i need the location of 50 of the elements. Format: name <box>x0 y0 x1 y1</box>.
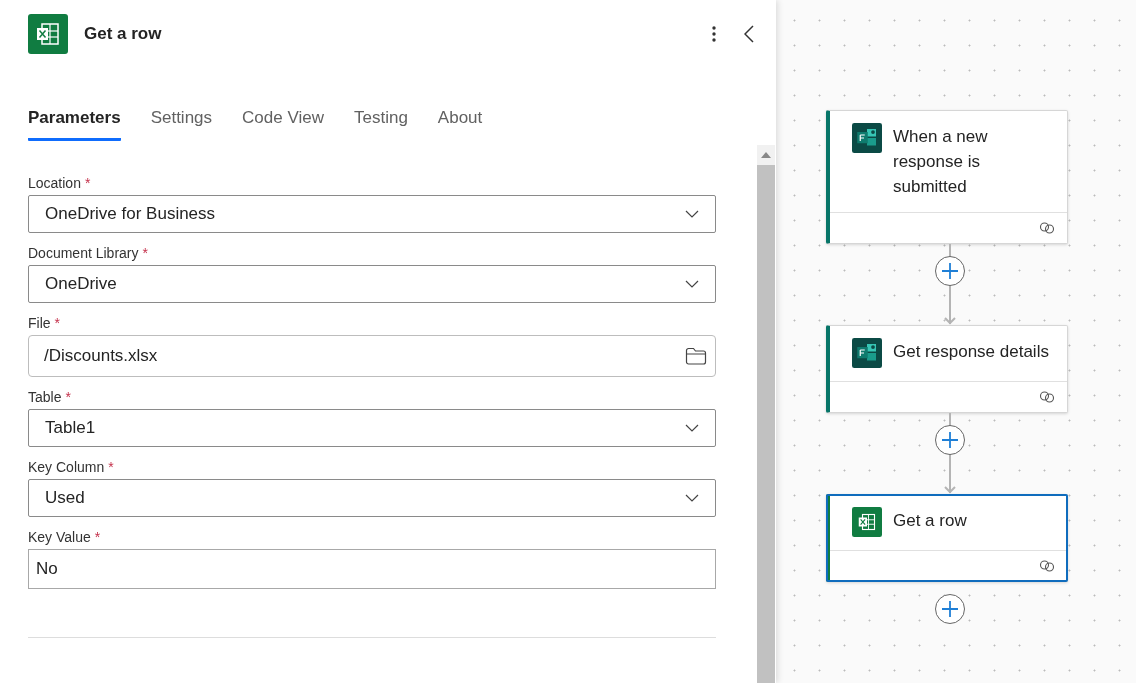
flow-step-card[interactable]: Get response details <box>826 325 1068 413</box>
spreadsheet-icon <box>852 507 882 537</box>
dropdown-field[interactable]: Used <box>28 479 716 517</box>
tab[interactable]: Code View <box>242 104 324 141</box>
required-mark: * <box>84 175 91 191</box>
chevron-down-icon <box>685 210 699 218</box>
field-label: Location <box>28 175 81 191</box>
field-label: Key Value <box>28 529 91 545</box>
link-icon <box>1039 391 1055 403</box>
scroll-up-icon[interactable] <box>757 145 775 165</box>
required-mark: * <box>65 389 71 405</box>
field-label: File <box>28 315 51 331</box>
add-step-button[interactable] <box>935 256 965 286</box>
add-step-button[interactable] <box>935 594 965 624</box>
required-mark: * <box>108 459 114 475</box>
field-label: Table <box>28 389 62 405</box>
file-path-field[interactable]: /Discounts.xlsx <box>28 335 716 377</box>
required-mark: * <box>142 245 148 261</box>
tab[interactable]: About <box>437 104 483 141</box>
tab[interactable]: Testing <box>353 104 408 141</box>
folder-icon <box>685 347 707 365</box>
chevron-down-icon <box>685 280 699 288</box>
tab[interactable]: Parameters <box>28 104 121 141</box>
required-mark: * <box>54 315 60 331</box>
chevron-down-icon <box>685 494 699 502</box>
link-icon <box>1039 222 1055 234</box>
forms-icon <box>852 338 882 368</box>
step-title: When a new response is submitted <box>893 126 989 198</box>
panel-title: Get a row <box>84 24 162 44</box>
step-title: Get response details <box>893 341 1049 363</box>
text-field[interactable]: No <box>28 549 716 589</box>
tab[interactable]: Settings <box>150 104 213 141</box>
plus-icon <box>941 262 959 280</box>
plus-icon <box>941 600 959 618</box>
flow-step-card[interactable]: Get a row <box>826 494 1068 582</box>
plus-icon <box>941 431 959 449</box>
link-icon <box>1039 560 1055 572</box>
chevron-down-icon <box>685 424 699 432</box>
add-step-button[interactable] <box>935 425 965 455</box>
spreadsheet-icon <box>28 14 68 54</box>
dropdown-field[interactable]: Table1 <box>28 409 716 447</box>
forms-icon <box>852 123 882 153</box>
dropdown-field[interactable]: OneDrive for Business <box>28 195 716 233</box>
dropdown-field[interactable]: OneDrive <box>28 265 716 303</box>
field-label: Key Column <box>28 459 105 475</box>
scrollbar[interactable] <box>757 145 775 683</box>
flow-step-card[interactable]: When a new response is submitted <box>826 110 1068 244</box>
required-mark: * <box>94 529 101 545</box>
field-label: Document Library <box>28 245 139 261</box>
step-title: Get a row <box>893 510 967 532</box>
